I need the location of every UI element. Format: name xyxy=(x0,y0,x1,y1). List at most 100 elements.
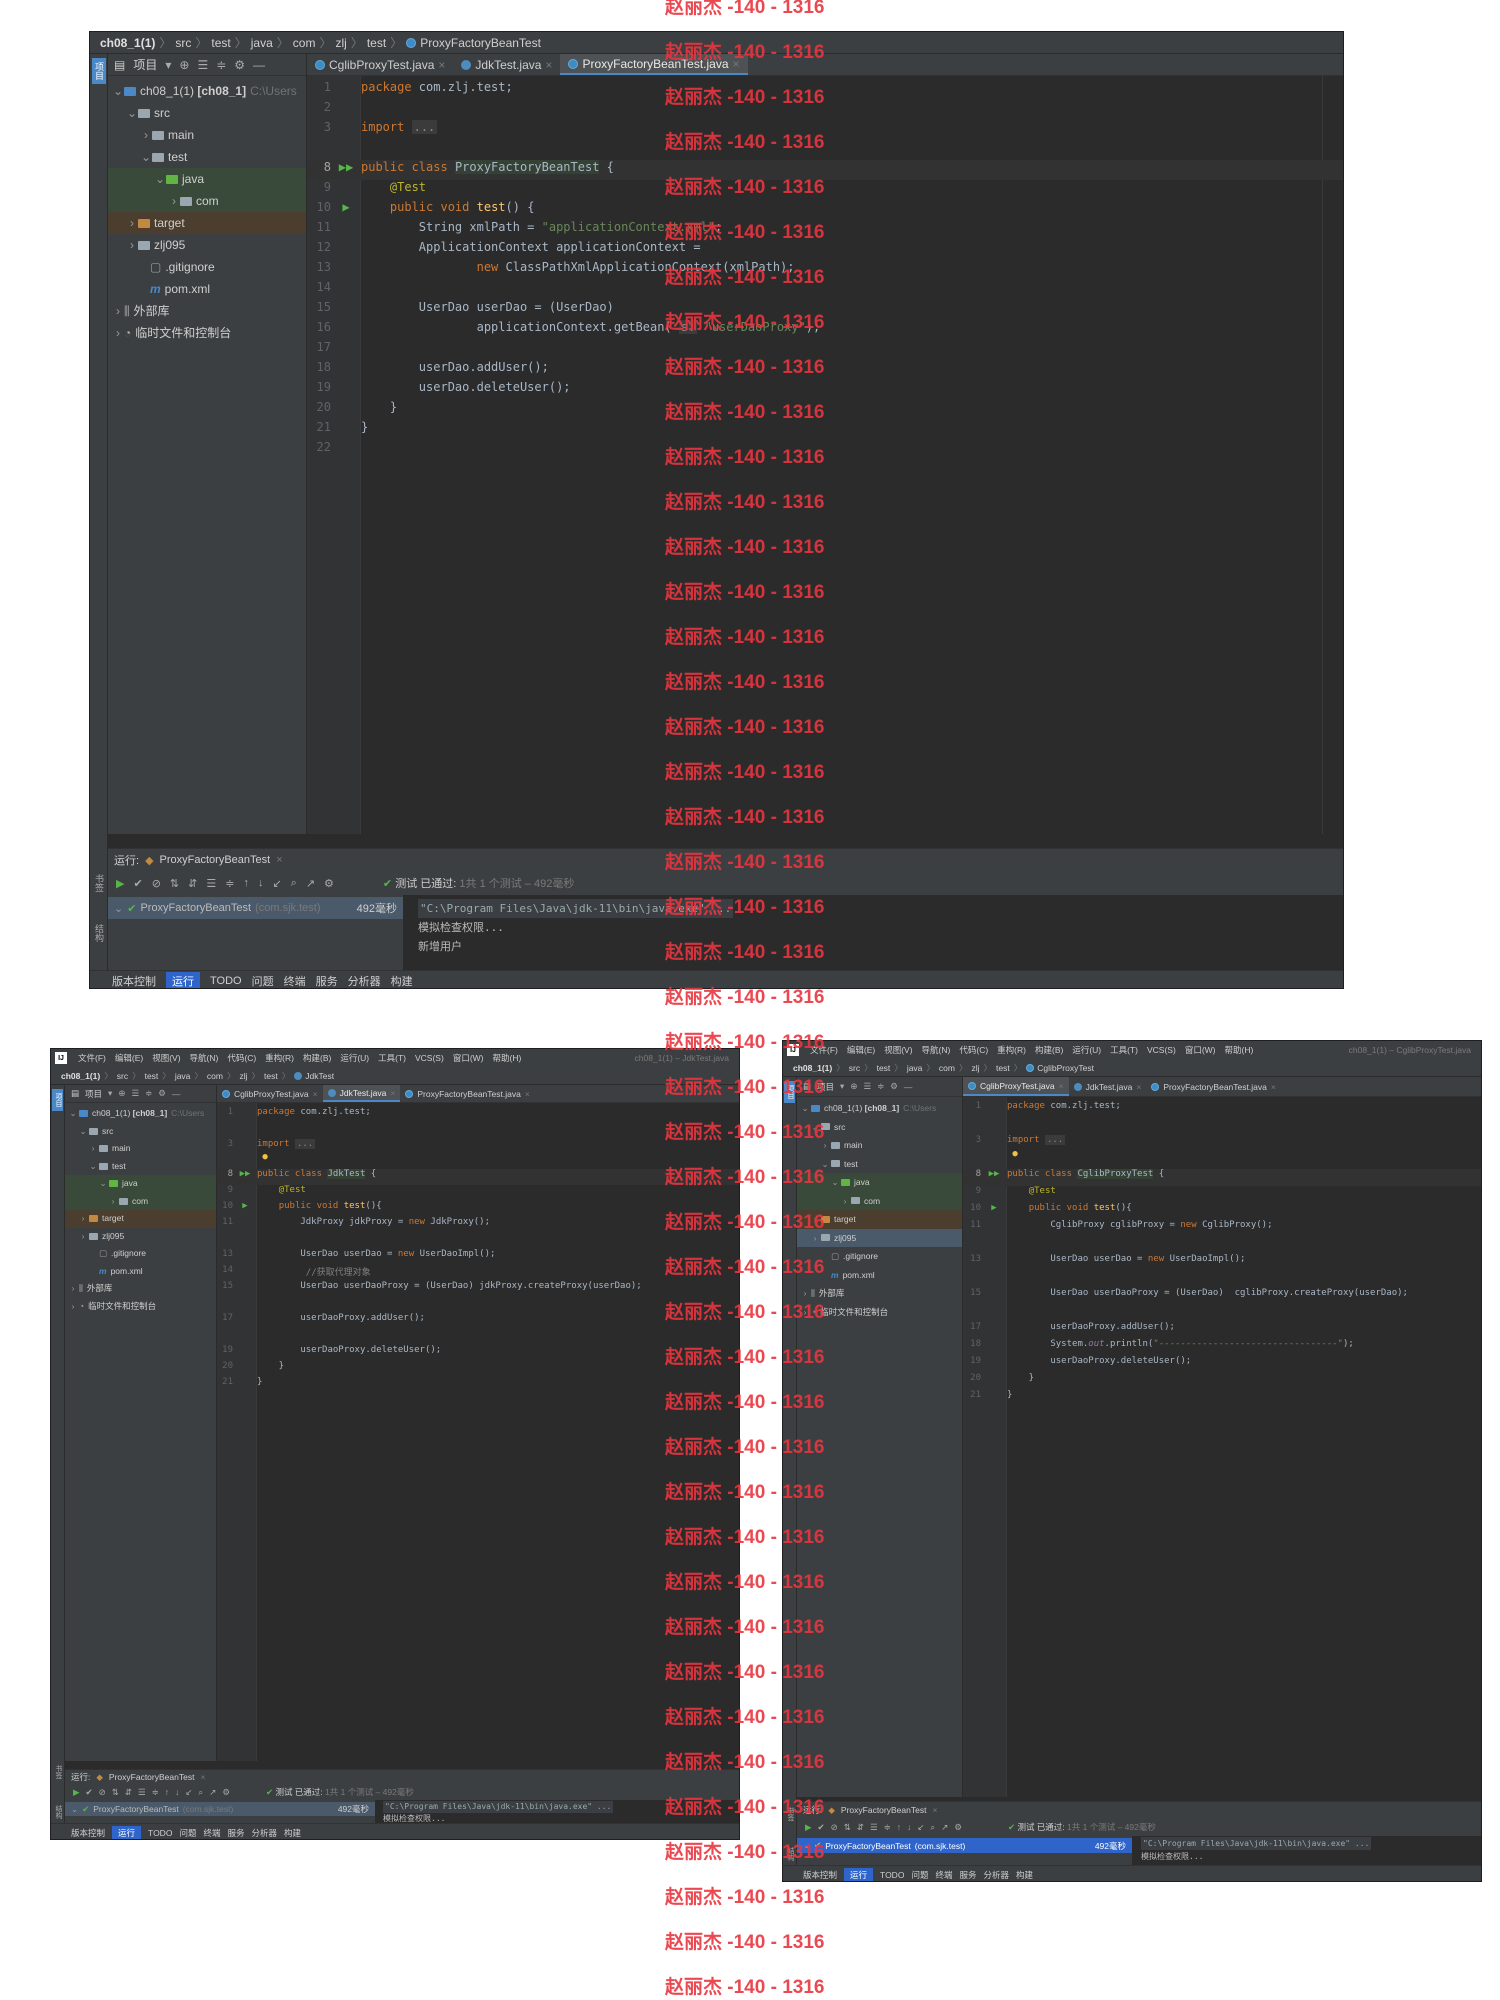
run-config-tab[interactable]: ProxyFactoryBeanTest xyxy=(109,1772,195,1782)
tree-item-external-libs[interactable]: › ⫼ 外部库 xyxy=(65,1280,216,1298)
sort-alpha-icon[interactable]: ⇅ xyxy=(844,1822,851,1833)
locate-icon[interactable]: ⊕ xyxy=(118,1088,125,1099)
search-icon[interactable]: ⌕ xyxy=(930,1822,935,1833)
menu-code[interactable]: 代码(C) xyxy=(223,1052,260,1064)
crumb-zlj[interactable]: zlj xyxy=(335,36,346,50)
menu-navigate[interactable]: 导航(N) xyxy=(186,1052,223,1064)
tool-todo[interactable]: TODO xyxy=(210,975,242,987)
crumb-test-pkg[interactable]: test xyxy=(996,1063,1010,1073)
collapse-icon[interactable]: ≑ xyxy=(884,1822,891,1833)
collapse-icon[interactable]: ≑ xyxy=(152,1787,159,1798)
run-class-icon[interactable]: ▶▶ xyxy=(331,160,361,180)
expand-icon[interactable]: ☰ xyxy=(138,1787,146,1798)
rerun-icon[interactable]: ▶ xyxy=(805,1822,812,1833)
crumb-com[interactable]: com xyxy=(293,36,316,50)
close-icon[interactable]: × xyxy=(1271,1082,1276,1092)
menu-navigate[interactable]: 导航(N) xyxy=(918,1044,955,1056)
tree-item-external-libs[interactable]: › ⫼ 外部库 xyxy=(108,300,306,322)
tree-item-com[interactable]: › com xyxy=(108,190,306,212)
crumb-src[interactable]: src xyxy=(117,1071,128,1081)
export-icon[interactable]: ↗ xyxy=(941,1822,948,1833)
menu-vcs[interactable]: VCS(S) xyxy=(411,1053,448,1063)
console-cmd[interactable]: "C:\Program Files\Java\jdk-11\bin\java.e… xyxy=(1141,1837,1372,1850)
run-tree-item[interactable]: ⌄ ✔ ProxyFactoryBeanTest (com.sjk.test) 49… xyxy=(797,1838,1132,1853)
menu-file[interactable]: 文件(F) xyxy=(74,1052,110,1064)
crumb-zlj[interactable]: zlj xyxy=(972,1063,980,1073)
locate-icon[interactable]: ⊕ xyxy=(850,1081,857,1092)
menu-tools[interactable]: 工具(T) xyxy=(374,1052,410,1064)
run-class-icon[interactable]: ▶▶ xyxy=(233,1169,257,1185)
tree-item-java[interactable]: ⌄ java xyxy=(65,1175,216,1193)
menu-build[interactable]: 构建(B) xyxy=(1031,1044,1067,1056)
crumb-java[interactable]: java xyxy=(251,36,273,50)
crumb-com[interactable]: com xyxy=(939,1063,955,1073)
tool-terminal[interactable]: 终端 xyxy=(203,1827,220,1839)
show-passed-icon[interactable]: ✔ xyxy=(133,877,142,890)
menu-refactor[interactable]: 重构(R) xyxy=(993,1044,1030,1056)
close-icon[interactable]: × xyxy=(313,1089,318,1099)
tab-jdk[interactable]: JdkTest.java × xyxy=(1069,1077,1147,1096)
export-icon[interactable]: ↗ xyxy=(306,877,315,890)
collapse-icon[interactable]: ≑ xyxy=(225,877,234,890)
crumb-file[interactable]: JdkTest xyxy=(305,1071,334,1081)
export-icon[interactable]: ↗ xyxy=(209,1787,216,1798)
import-icon[interactable]: ↙ xyxy=(185,1787,192,1798)
crumb-test[interactable]: test xyxy=(877,1063,891,1073)
tool-run[interactable]: 运行 xyxy=(844,1867,874,1881)
code-area[interactable]: 1 package com.zlj.test; 3 import ... ● 8 ▶▶… xyxy=(963,1097,1481,1797)
chevron-down-icon[interactable]: ▾ xyxy=(840,1081,844,1092)
tree-item-target[interactable]: › target xyxy=(108,212,306,234)
menu-edit[interactable]: 编辑(E) xyxy=(111,1052,147,1064)
crumb-com[interactable]: com xyxy=(207,1071,223,1081)
show-passed-icon[interactable]: ✔ xyxy=(86,1787,93,1798)
tree-item-project[interactable]: ⌄ ch08_1(1) [ch08_1] C:\Users xyxy=(797,1099,962,1118)
chevron-down-icon[interactable]: ▾ xyxy=(165,58,171,72)
gear-icon[interactable]: ⚙ xyxy=(890,1081,898,1092)
tool-vcs[interactable]: 版本控制 xyxy=(71,1827,105,1839)
minimize-icon[interactable]: — xyxy=(172,1089,181,1099)
menu-edit[interactable]: 编辑(E) xyxy=(843,1044,879,1056)
tree-item-src[interactable]: ⌄ src xyxy=(108,102,306,124)
crumb-java[interactable]: java xyxy=(175,1071,191,1081)
menu-window[interactable]: 窗口(W) xyxy=(449,1052,488,1064)
tree-item-target[interactable]: › target xyxy=(65,1210,216,1228)
lightbulb-icon[interactable]: ● xyxy=(262,1152,267,1162)
tool-services[interactable]: 服务 xyxy=(316,973,338,989)
chevron-down-icon[interactable]: ▾ xyxy=(108,1088,112,1099)
console-output[interactable]: "C:\Program Files\Java\jdk-11\bin\java.e… xyxy=(1141,1837,1481,1863)
close-icon[interactable]: × xyxy=(1136,1082,1141,1092)
tree-item-zlj095[interactable]: › zlj095 xyxy=(65,1228,216,1246)
structure-tool-tab[interactable]: 结构 xyxy=(52,1805,63,1819)
tool-problems[interactable]: 问题 xyxy=(179,1827,196,1839)
arrow-down-icon[interactable]: ↓ xyxy=(258,877,264,889)
tool-terminal[interactable]: 终端 xyxy=(284,973,306,989)
menu-help[interactable]: 帮助(H) xyxy=(489,1052,526,1064)
tree-item-com[interactable]: › com xyxy=(65,1192,216,1210)
search-icon[interactable]: ⌕ xyxy=(291,877,297,890)
tab-cglib[interactable]: CglibProxyTest.java × xyxy=(217,1085,323,1102)
run-config-tab[interactable]: ProxyFactoryBeanTest xyxy=(841,1805,927,1815)
tool-run[interactable]: 运行 xyxy=(166,971,200,988)
tool-profiler[interactable]: 分析器 xyxy=(251,1827,277,1839)
tree-item-scratches[interactable]: › ◔ 临时文件和控制台 xyxy=(108,322,306,344)
arrow-up-icon[interactable]: ↑ xyxy=(897,1822,901,1832)
crumb-src[interactable]: src xyxy=(849,1063,860,1073)
project-panel-title[interactable]: 项目 xyxy=(85,1088,102,1100)
project-tool-tab[interactable]: 项目 xyxy=(52,1089,63,1111)
close-icon[interactable]: × xyxy=(545,58,552,72)
close-icon[interactable]: × xyxy=(390,1088,395,1098)
collapse-all-icon[interactable]: ≑ xyxy=(216,58,226,72)
run-config-tab[interactable]: ProxyFactoryBeanTest xyxy=(160,854,271,866)
tool-services[interactable]: 服务 xyxy=(959,1869,976,1881)
tree-item-project[interactable]: ⌄ ch08_1(1) [ch08_1] C:\Users xyxy=(108,80,306,102)
expand-all-icon[interactable]: ☰ xyxy=(131,1088,139,1099)
bookmarks-tool-tab[interactable]: 书签 xyxy=(92,874,106,892)
tool-build[interactable]: 构建 xyxy=(284,1827,301,1839)
tree-item-gitignore[interactable]: ▢ .gitignore xyxy=(65,1245,216,1263)
tool-vcs[interactable]: 版本控制 xyxy=(112,973,156,989)
crumb-project[interactable]: ch08_1(1) xyxy=(100,36,155,50)
crumb-project[interactable]: ch08_1(1) xyxy=(793,1063,832,1073)
project-panel-title[interactable]: 项目 xyxy=(133,56,157,73)
tree-item-scratches[interactable]: › ◔ 临时文件和控制台 xyxy=(65,1298,216,1316)
crumb-test-pkg[interactable]: test xyxy=(367,36,386,50)
